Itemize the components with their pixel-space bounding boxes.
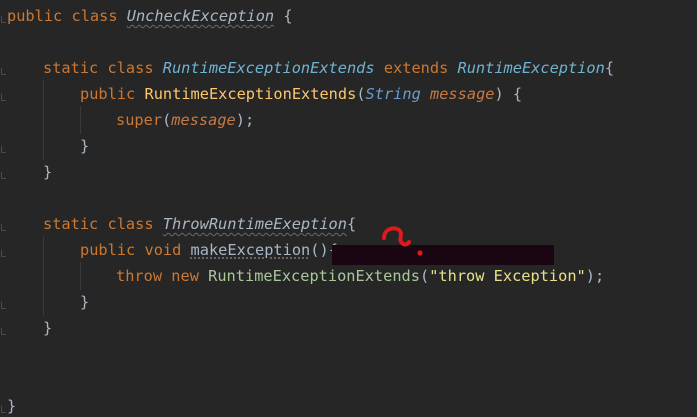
keyword: super (116, 111, 163, 129)
brace: } (80, 137, 90, 155)
indent-guide (43, 236, 44, 316)
param-type: String (365, 85, 421, 103)
fold-marker[interactable] (1, 16, 6, 23)
code-line-4: super(message); (116, 110, 254, 130)
constructor-name: RuntimeExceptionExtends (144, 85, 357, 103)
class-name: RuntimeExceptionExtends (208, 267, 420, 285)
code-line-1: public class UncheckException { (7, 6, 293, 26)
brace: } (7, 397, 17, 415)
paren-semicolon: ); (235, 111, 255, 129)
code-line-9: throw new RuntimeExceptionExtends("throw… (116, 266, 604, 286)
paren-brace: ) { (494, 85, 523, 103)
keyword: static (43, 215, 99, 233)
keyword: class (107, 59, 154, 77)
code-line-11: } (43, 318, 52, 338)
keyword: extends (383, 59, 449, 77)
keyword: public (80, 241, 136, 259)
code-line-3: public RuntimeExceptionExtends(String me… (80, 84, 522, 104)
brace: } (43, 319, 53, 337)
class-name: UncheckException (126, 7, 275, 25)
class-name: ThrowRuntimeExeption (162, 215, 347, 233)
keyword: class (71, 7, 118, 25)
keyword: public (7, 7, 63, 25)
redaction-box (332, 245, 554, 265)
paren: ( (356, 85, 366, 103)
code-line-8: public void makeException(){ (80, 240, 338, 260)
fold-marker[interactable] (1, 94, 6, 101)
param-name: message (430, 85, 495, 103)
code-line-5: } (80, 136, 89, 156)
class-name: RuntimeExceptionExtends (162, 59, 375, 77)
keyword: new (171, 267, 199, 285)
keyword: void (144, 241, 182, 259)
param-name: message (171, 111, 236, 129)
keyword: class (107, 215, 154, 233)
fold-marker[interactable] (1, 302, 6, 309)
code-editor[interactable]: public class UncheckException { static c… (0, 0, 697, 417)
keyword: static (43, 59, 99, 77)
indent-guide (43, 80, 44, 160)
string-literal: "throw Exception" (429, 267, 586, 285)
fold-marker[interactable] (1, 68, 6, 75)
brace: } (80, 293, 90, 311)
keyword: throw (116, 267, 163, 285)
fold-marker[interactable] (1, 224, 6, 231)
code-line-2: static class RuntimeExceptionExtends ext… (43, 58, 614, 78)
code-line-10: } (80, 292, 89, 312)
brace: } (43, 163, 53, 181)
indent-guide (80, 106, 81, 134)
brace: { (283, 7, 293, 25)
code-line-12: } (7, 396, 16, 416)
keyword: public (80, 85, 136, 103)
indent-guide (80, 262, 81, 290)
paren: ( (419, 267, 430, 285)
fold-marker[interactable] (1, 146, 6, 153)
code-line-6: } (43, 162, 52, 182)
code-line-7: static class ThrowRuntimeExeption{ (43, 214, 356, 234)
fold-marker[interactable] (1, 328, 6, 335)
brace: { (346, 215, 357, 233)
fold-marker[interactable] (1, 172, 6, 179)
paren: ( (162, 111, 172, 129)
fold-marker[interactable] (1, 250, 6, 257)
parent-class: RuntimeException (457, 59, 605, 77)
fold-marker[interactable] (1, 406, 6, 413)
brace: { (604, 59, 615, 77)
method-name: makeException (190, 241, 311, 259)
paren-semicolon: ); (585, 267, 605, 285)
red-scribble-annotation (382, 226, 423, 256)
